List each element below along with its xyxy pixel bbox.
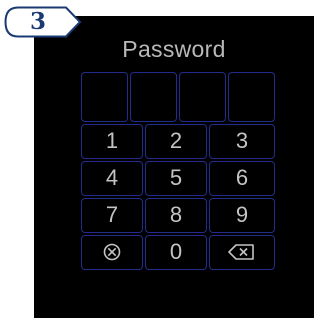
clear-key[interactable] <box>81 235 143 270</box>
figure-root: Password 1 2 3 4 5 6 7 8 9 0 3 <box>0 0 323 322</box>
password-slot-4 <box>228 72 275 122</box>
key-1[interactable]: 1 <box>81 124 143 159</box>
key-0[interactable]: 0 <box>145 235 207 270</box>
key-4[interactable]: 4 <box>81 161 143 196</box>
step-number-badge: 3 <box>4 6 82 38</box>
backspace-icon <box>228 244 254 260</box>
circled-x-icon <box>103 243 121 261</box>
key-6[interactable]: 6 <box>209 161 275 196</box>
key-2[interactable]: 2 <box>145 124 207 159</box>
key-3[interactable]: 3 <box>209 124 275 159</box>
password-slot-3 <box>179 72 226 122</box>
password-title: Password <box>122 36 226 62</box>
backspace-key[interactable] <box>209 235 275 270</box>
password-slot-2 <box>130 72 177 122</box>
key-7[interactable]: 7 <box>81 198 143 233</box>
device-screen: Password 1 2 3 4 5 6 7 8 9 0 <box>34 16 314 318</box>
password-slot-1 <box>81 72 128 122</box>
key-5[interactable]: 5 <box>145 161 207 196</box>
key-9[interactable]: 9 <box>209 198 275 233</box>
step-number: 3 <box>29 8 46 35</box>
key-8[interactable]: 8 <box>145 198 207 233</box>
